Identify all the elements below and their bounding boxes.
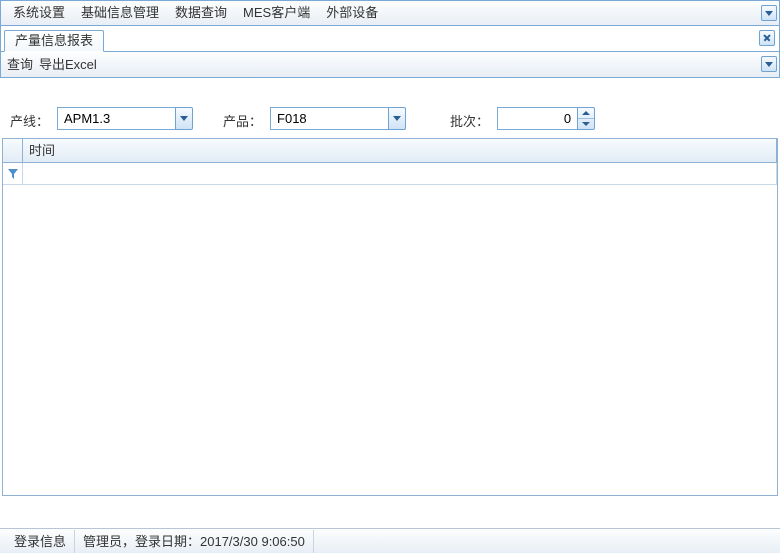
- grid-column-time[interactable]: 时间: [23, 139, 777, 162]
- filter-icon: [8, 169, 18, 179]
- document-tabstrip: 产量信息报表: [0, 26, 780, 52]
- menu-system-settings[interactable]: 系统设置: [5, 1, 73, 25]
- product-dropdown-button[interactable]: [388, 107, 406, 130]
- menu-basic-info[interactable]: 基础信息管理: [73, 1, 167, 25]
- menu-external-device[interactable]: 外部设备: [318, 1, 386, 25]
- export-excel-button[interactable]: 导出Excel: [39, 53, 103, 77]
- toolbar-overflow-button[interactable]: [761, 56, 777, 72]
- chevron-down-icon: [582, 122, 590, 126]
- status-login-text: 管理员，登录日期：2017/3/30 9:06:50: [75, 530, 314, 553]
- menubar-overflow-button[interactable]: [761, 5, 777, 21]
- chevron-down-icon: [393, 116, 401, 121]
- grid-header: 时间: [3, 139, 777, 163]
- product-input[interactable]: [270, 107, 388, 130]
- tab-close-button[interactable]: [759, 30, 775, 46]
- batch-spin-buttons: [577, 107, 595, 130]
- status-bar: 登录信息 管理员，登录日期：2017/3/30 9:06:50: [0, 528, 780, 553]
- chevron-down-icon: [765, 62, 773, 67]
- batch-spinner: [497, 107, 595, 130]
- product-combo: [270, 107, 406, 130]
- batch-spin-up[interactable]: [578, 108, 594, 118]
- menu-mes-client[interactable]: MES客户端: [235, 1, 318, 25]
- chevron-up-icon: [582, 111, 590, 115]
- grid-filter-row: [3, 163, 777, 185]
- chevron-down-icon: [180, 116, 188, 121]
- chevron-down-icon: [765, 11, 773, 16]
- batch-input[interactable]: [497, 107, 577, 130]
- line-combo: [57, 107, 193, 130]
- grid-body[interactable]: [3, 185, 777, 495]
- line-dropdown-button[interactable]: [175, 107, 193, 130]
- main-menubar: 系统设置 基础信息管理 数据查询 MES客户端 外部设备: [0, 0, 780, 26]
- grid-filter-cell-time[interactable]: [23, 163, 777, 184]
- report-toolbar: 查询 导出Excel: [0, 52, 780, 78]
- grid-filter-indicator[interactable]: [3, 163, 23, 184]
- line-label: 产线：: [10, 111, 49, 130]
- tab-production-report[interactable]: 产量信息报表: [4, 30, 104, 52]
- grid-row-indicator-header[interactable]: [3, 139, 23, 162]
- data-grid: 时间: [2, 138, 778, 496]
- menu-data-query[interactable]: 数据查询: [167, 1, 235, 25]
- close-icon: [763, 34, 771, 42]
- product-label: 产品：: [223, 111, 262, 130]
- line-input[interactable]: [57, 107, 175, 130]
- query-button[interactable]: 查询: [7, 53, 39, 77]
- status-login-label: 登录信息: [6, 530, 75, 553]
- batch-spin-down[interactable]: [578, 118, 594, 129]
- filter-bar: 产线： 产品： 批次：: [0, 78, 780, 138]
- batch-label: 批次：: [450, 111, 489, 130]
